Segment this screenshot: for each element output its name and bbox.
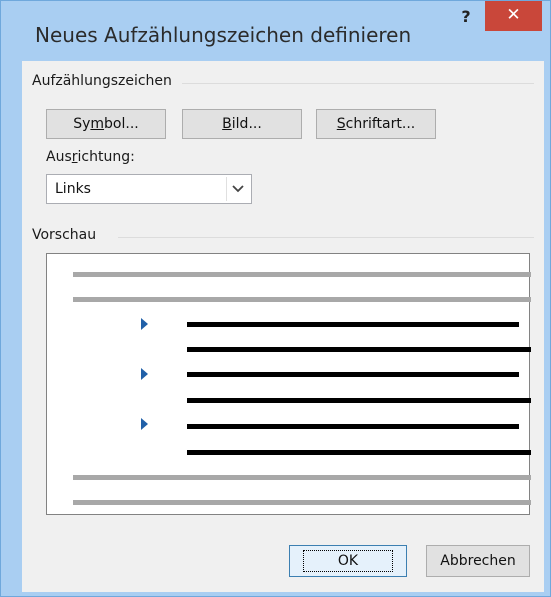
group-divider — [172, 83, 534, 84]
button-accesskey: S — [336, 116, 346, 132]
picture-button[interactable]: Bild... — [182, 109, 302, 139]
dialog-window: Neues Aufzählungszeichen definieren ? ✕ … — [0, 0, 551, 597]
group-divider — [118, 237, 534, 238]
bullet-icon — [141, 368, 148, 380]
bullet-icon — [141, 418, 148, 430]
preview-line — [73, 297, 531, 302]
preview-line — [187, 398, 531, 403]
button-text: chriftart... — [345, 116, 416, 132]
button-text: Sy — [73, 116, 91, 132]
preview-group-label: Vorschau — [32, 227, 107, 243]
dialog-title: Neues Aufzählungszeichen definieren — [35, 23, 412, 47]
chevron-down-icon[interactable] — [226, 177, 249, 201]
dialog-body: Aufzählungszeichen Sy m bol... Bild... Sch… — [22, 61, 544, 592]
preview-line — [187, 450, 531, 455]
cancel-button[interactable]: Abbrechen — [426, 545, 530, 577]
font-button[interactable]: Schriftart... — [316, 109, 436, 139]
ok-button-label: OK — [302, 550, 394, 572]
close-button[interactable]: ✕ — [485, 1, 542, 31]
button-text: bol... — [104, 116, 139, 132]
preview-line — [187, 322, 519, 327]
alignment-label: Ausrichtung: — [46, 149, 145, 165]
close-icon: ✕ — [506, 5, 521, 25]
preview-pane — [46, 253, 531, 515]
preview-line — [187, 424, 519, 429]
button-accesskey: m — [90, 116, 105, 132]
preview-line — [73, 272, 531, 277]
bullet-icon — [141, 318, 148, 330]
symbol-button[interactable]: Sy m bol... — [46, 109, 166, 139]
preview-line — [187, 372, 519, 377]
alignment-select[interactable]: Links — [46, 174, 252, 204]
preview-line — [73, 500, 531, 505]
help-button[interactable]: ? — [452, 3, 480, 31]
button-text: ild... — [231, 116, 262, 132]
label-text: ichtung: — [77, 149, 135, 165]
button-accesskey: B — [222, 116, 232, 132]
preview-line — [187, 347, 531, 352]
alignment-value: Links — [55, 181, 91, 197]
label-text: Aus — [46, 149, 72, 165]
ok-button[interactable]: OK — [289, 545, 407, 577]
bullet-group-label: Aufzählungszeichen — [32, 73, 182, 89]
preview-line — [73, 475, 531, 480]
